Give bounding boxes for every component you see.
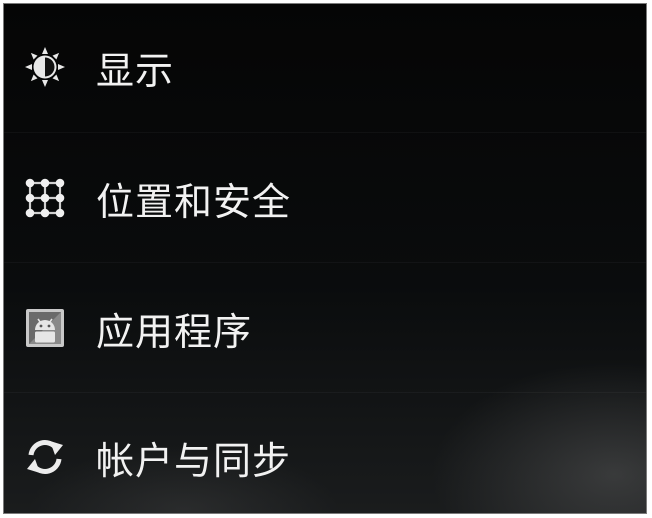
android-apps-icon: [22, 305, 68, 351]
menu-item-location-security[interactable]: 位置和安全: [4, 148, 646, 248]
divider: [4, 392, 646, 393]
menu-item-accounts-sync[interactable]: 帐户与同步: [4, 407, 646, 507]
location-security-icon: [22, 175, 68, 221]
menu-item-display[interactable]: 显示: [4, 17, 646, 117]
divider: [4, 262, 646, 263]
menu-item-label: 帐户与同步: [96, 438, 292, 483]
divider: [4, 132, 646, 133]
settings-screen: 显示 位置和安全 应用程序 帐户与同步: [3, 3, 647, 514]
sync-icon: [22, 434, 68, 480]
menu-item-label: 位置和安全: [96, 179, 292, 224]
brightness-icon: [22, 44, 68, 90]
menu-item-label: 显示: [96, 48, 175, 93]
menu-item-label: 应用程序: [96, 309, 253, 354]
menu-item-applications[interactable]: 应用程序: [4, 278, 646, 378]
